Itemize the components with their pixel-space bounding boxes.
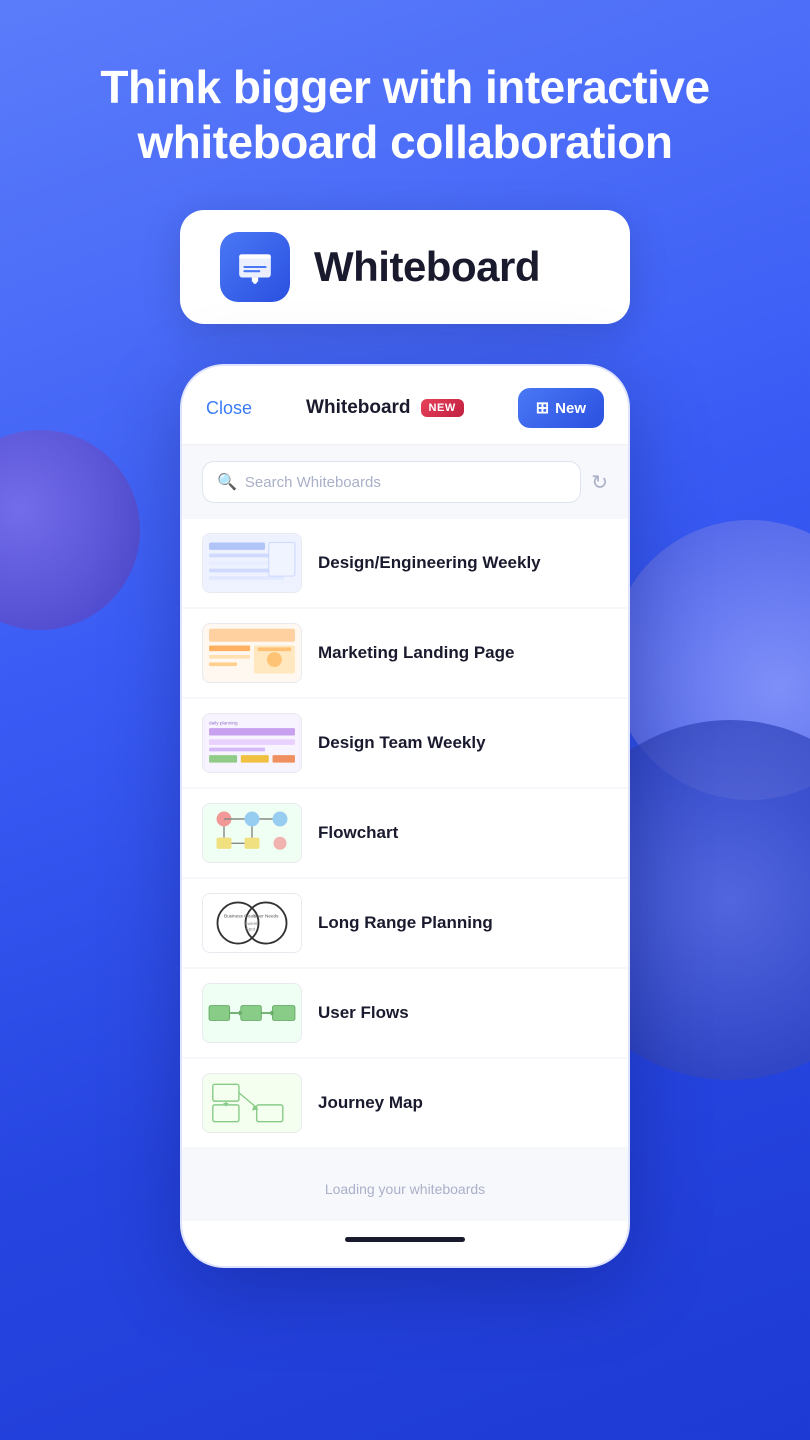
close-button[interactable]: Close <box>206 398 252 419</box>
whiteboard-name: Journey Map <box>318 1093 423 1113</box>
whiteboard-name: Design Team Weekly <box>318 733 486 753</box>
whiteboard-logo-icon <box>236 248 274 286</box>
svg-text:Business Goals: Business Goals <box>224 914 257 919</box>
svg-text:daily planning: daily planning <box>209 721 238 726</box>
whiteboard-name: Design/Engineering Weekly <box>318 553 541 573</box>
whiteboard-thumbnail: daily planning <box>202 713 302 773</box>
home-indicator <box>345 1237 465 1242</box>
whiteboard-name: Marketing Landing Page <box>318 643 514 663</box>
whiteboard-thumbnail <box>202 983 302 1043</box>
app-header: Close Whiteboard NEW ⊞ New <box>182 366 628 445</box>
app-title: Whiteboard <box>306 397 411 419</box>
search-container: 🔍 Search Whiteboards ↻ <box>182 445 628 511</box>
list-item[interactable]: Business Goals User Needs Sweet Spot Lon… <box>182 879 628 967</box>
hero-title: Think bigger with interactive whiteboard… <box>40 60 770 170</box>
whiteboard-name: Long Range Planning <box>318 913 493 933</box>
svg-text:Spot: Spot <box>245 927 255 932</box>
list-item[interactable]: Marketing Landing Page <box>182 609 628 697</box>
search-placeholder-text: Search Whiteboards <box>245 474 381 491</box>
svg-text:User Needs: User Needs <box>254 914 279 919</box>
decorative-blob-left <box>0 430 140 630</box>
search-box[interactable]: 🔍 Search Whiteboards <box>202 461 581 503</box>
new-button-label: New <box>555 400 586 417</box>
search-icon: 🔍 <box>217 472 237 492</box>
list-item[interactable]: Flowchart <box>182 789 628 877</box>
list-item[interactable]: Journey Map <box>182 1059 628 1147</box>
brand-card: Whiteboard <box>180 210 630 324</box>
phone-mockup: Close Whiteboard NEW ⊞ New 🔍 Search Whit… <box>180 364 630 1268</box>
whiteboard-thumbnail <box>202 1073 302 1133</box>
list-item[interactable]: Design/Engineering Weekly <box>182 519 628 607</box>
whiteboard-thumbnail <box>202 533 302 593</box>
whiteboard-name: User Flows <box>318 1003 409 1023</box>
whiteboard-thumbnail <box>202 623 302 683</box>
header-center: Whiteboard NEW <box>306 397 464 419</box>
new-whiteboard-button[interactable]: ⊞ New <box>518 388 604 428</box>
list-item[interactable]: User Flows <box>182 969 628 1057</box>
list-item[interactable]: daily planning Design Team Weekly <box>182 699 628 787</box>
hero-section: Think bigger with interactive whiteboard… <box>0 60 810 170</box>
new-badge: NEW <box>421 399 464 417</box>
svg-text:Sweet: Sweet <box>245 921 259 926</box>
whiteboard-thumbnail: Business Goals User Needs Sweet Spot <box>202 893 302 953</box>
search-row: 🔍 Search Whiteboards ↻ <box>202 461 608 503</box>
brand-icon <box>220 232 290 302</box>
whiteboard-name: Flowchart <box>318 823 398 843</box>
whiteboard-thumbnail <box>202 803 302 863</box>
whiteboard-list: Design/Engineering Weekly Marketing Land… <box>182 511 628 1157</box>
brand-name: Whiteboard <box>314 243 540 291</box>
refresh-icon[interactable]: ↻ <box>591 470 608 495</box>
new-button-icon: ⊞ <box>536 398 549 418</box>
loading-text: Loading your whiteboards <box>182 1157 628 1221</box>
